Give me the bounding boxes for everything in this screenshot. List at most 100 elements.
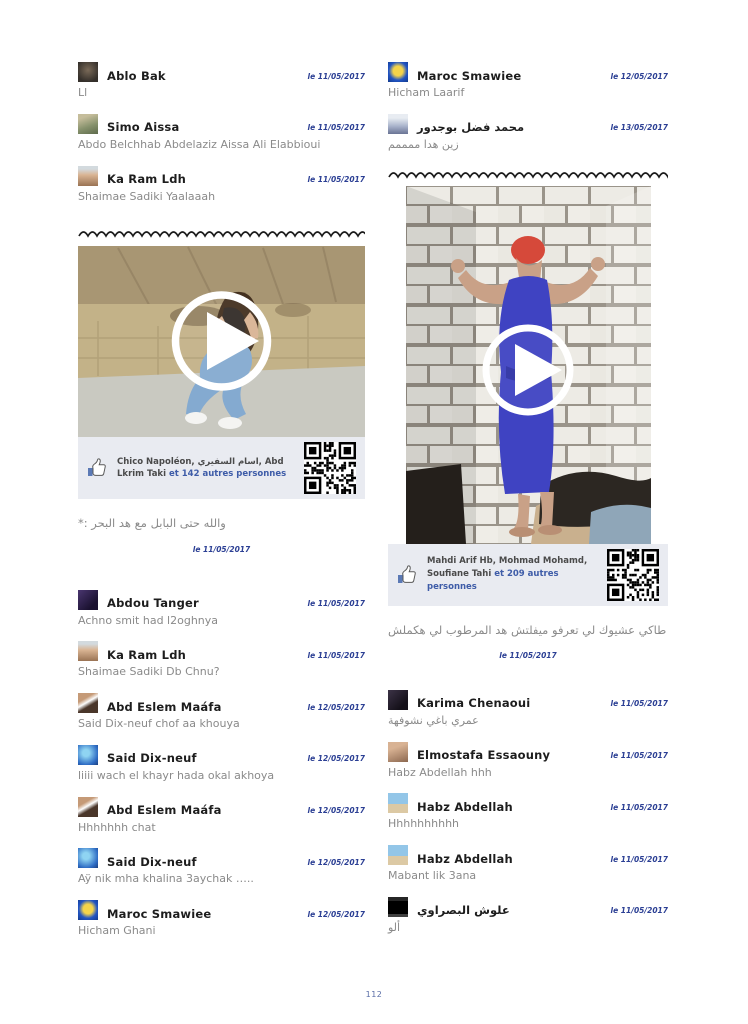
avatar	[78, 114, 98, 134]
comment-date: le 13/05/2017	[611, 123, 669, 134]
qr-code	[304, 442, 356, 494]
comment-text: Habz Abdellah hhh	[388, 766, 668, 780]
commenter-name: Ka Ram Ldh	[107, 650, 186, 662]
commenter-name: Abdou Tanger	[107, 598, 199, 610]
squiggle-divider-icon	[388, 170, 668, 180]
comment-date: le 11/05/2017	[308, 72, 366, 83]
comment-text: Ll	[78, 86, 365, 100]
comment-date: le 12/05/2017	[611, 72, 669, 83]
avatar	[78, 641, 98, 661]
comment-text: Shaimae Sadiki Db Chnu?	[78, 665, 365, 679]
commenter-name: Said Dix-neuf	[107, 753, 197, 765]
comment-row: Ka Ram Ldh le 11/05/2017 Shaimae Sadiki …	[78, 641, 365, 679]
comment-text: Aÿ nik mha khalina 3aychak …..	[78, 872, 365, 886]
comment-date: le 12/05/2017	[308, 910, 366, 921]
comment-row: Karima Chenaoui le 11/05/2017 عمري باغي …	[388, 690, 668, 728]
commenter-name: Abd Eslem Maáfa	[107, 805, 222, 817]
comment-date: le 11/05/2017	[611, 906, 669, 917]
commenter-name: Maroc Smawiee	[417, 71, 521, 83]
comment-row: Maroc Smawiee le 12/05/2017 Hicham Laari…	[388, 62, 668, 100]
video-scene	[78, 246, 365, 437]
video-post: Chico Napoléon, اسام السفيري, Abd Lkrim …	[78, 246, 365, 499]
comment-date: le 11/05/2017	[611, 803, 669, 814]
commenter-name: Habz Abdellah	[417, 854, 513, 866]
like-names: Chico Napoléon, اسام السفيري, Abd Lkrim …	[117, 456, 295, 482]
right-column: Maroc Smawiee le 12/05/2017 Hicham Laari…	[388, 62, 668, 949]
comment-date: le 11/05/2017	[308, 175, 366, 186]
comment-date: le 12/05/2017	[308, 858, 366, 869]
comment-row: Ka Ram Ldh le 11/05/2017 Shaimae Sadiki …	[78, 166, 365, 204]
comment-row: Ablo Bak le 11/05/2017 Ll	[78, 62, 365, 100]
avatar	[78, 900, 98, 920]
comment-date: le 12/05/2017	[308, 806, 366, 817]
avatar	[388, 845, 408, 865]
squiggle-divider-icon	[78, 229, 365, 239]
post-caption: والله حتى البابل مع هد البحر :*	[78, 515, 365, 532]
video-thumbnail[interactable]	[78, 246, 365, 437]
post-caption: طاكي عشيوك لي تعرفو ميفلتش هد المرطوب لي…	[388, 622, 668, 639]
thumbs-up-icon	[397, 565, 417, 585]
commenter-name: محمد فضل بوجدور	[417, 122, 524, 134]
comment-row: Elmostafa Essaouny le 11/05/2017 Habz Ab…	[388, 742, 668, 780]
like-names: Mahdi Arif Hb, Mohmad Mohamd, Soufiane T…	[427, 555, 605, 593]
comment-row: Maroc Smawiee le 12/05/2017 Hicham Ghani	[78, 900, 365, 938]
like-bar: Mahdi Arif Hb, Mohmad Mohamd, Soufiane T…	[388, 544, 668, 606]
avatar	[78, 848, 98, 868]
commenter-name: Said Dix-neuf	[107, 857, 197, 869]
avatar	[78, 62, 98, 82]
avatar	[78, 693, 98, 713]
comment-date: le 12/05/2017	[308, 754, 366, 765]
left-column: Ablo Bak le 11/05/2017 Ll Simo Aissa le …	[78, 62, 365, 952]
commenter-name: علوش البصراوي	[417, 905, 510, 917]
commenter-name: Maroc Smawiee	[107, 909, 211, 921]
comment-text: Mabant lik 3ana	[388, 869, 668, 883]
comment-row: Said Dix-neuf le 12/05/2017 liiii wach e…	[78, 745, 365, 783]
avatar	[78, 590, 98, 610]
comments-list: Karima Chenaoui le 11/05/2017 عمري باغي …	[388, 690, 668, 935]
avatar	[388, 62, 408, 82]
comment-text: Hhhhhhh chat	[78, 821, 365, 835]
comment-row: محمد فضل بوجدور le 13/05/2017 زين هدا مم…	[388, 114, 668, 152]
comment-date: le 11/05/2017	[611, 699, 669, 710]
avatar	[388, 114, 408, 134]
comment-row: Habz Abdellah le 11/05/2017 Hhhhhhhhhh	[388, 793, 668, 831]
avatar	[78, 797, 98, 817]
comment-row: Abdou Tanger le 11/05/2017 Achno smit ha…	[78, 590, 365, 628]
commenter-name: Habz Abdellah	[417, 802, 513, 814]
comment-date: le 11/05/2017	[611, 855, 669, 866]
thumbs-up-icon	[87, 458, 107, 478]
comment-date: le 12/05/2017	[308, 703, 366, 714]
commenter-name: Simo Aissa	[107, 122, 179, 134]
video-thumbnail[interactable]	[406, 186, 651, 544]
commenter-name: Ablo Bak	[107, 71, 166, 83]
comment-date: le 11/05/2017	[308, 651, 366, 662]
comment-row: علوش البصراوي le 11/05/2017 ألو	[388, 897, 668, 935]
post-date: le 11/05/2017	[78, 545, 365, 554]
avatar	[388, 897, 408, 917]
comment-text: Abdo Belchhab Abdelaziz Aissa Ali Elabbi…	[78, 138, 365, 152]
avatar	[388, 793, 408, 813]
commenter-name: Ka Ram Ldh	[107, 174, 186, 186]
comment-text: Achno smit had l2oghnya	[78, 614, 365, 628]
commenter-name: Karima Chenaoui	[417, 698, 530, 710]
video-scene	[406, 186, 651, 544]
commenter-name: Abd Eslem Maáfa	[107, 702, 222, 714]
post-date: le 11/05/2017	[388, 651, 668, 660]
comment-text: Hicham Laarif	[388, 86, 668, 100]
video-post: Mahdi Arif Hb, Mohmad Mohamd, Soufiane T…	[388, 186, 668, 606]
comment-row: Abd Eslem Maáfa le 12/05/2017 Said Dix-n…	[78, 693, 365, 731]
comment-text: liiii wach el khayr hada okal akhoya	[78, 769, 365, 783]
commenter-name: Elmostafa Essaouny	[417, 750, 550, 762]
comment-date: le 11/05/2017	[611, 751, 669, 762]
comment-text: Hhhhhhhhhh	[388, 817, 668, 831]
comment-text: Hicham Ghani	[78, 924, 365, 938]
like-count-link[interactable]: et 142 autres personnes	[169, 469, 286, 479]
comment-date: le 11/05/2017	[308, 599, 366, 610]
avatar	[78, 745, 98, 765]
comment-row: Abd Eslem Maáfa le 12/05/2017 Hhhhhhh ch…	[78, 797, 365, 835]
comment-date: le 11/05/2017	[308, 123, 366, 134]
comment-text: Shaimae Sadiki Yaalaaah	[78, 190, 365, 204]
comment-row: Said Dix-neuf le 12/05/2017 Aÿ nik mha k…	[78, 848, 365, 886]
page-number: 112	[0, 990, 748, 999]
comment-row: Habz Abdellah le 11/05/2017 Mabant lik 3…	[388, 845, 668, 883]
